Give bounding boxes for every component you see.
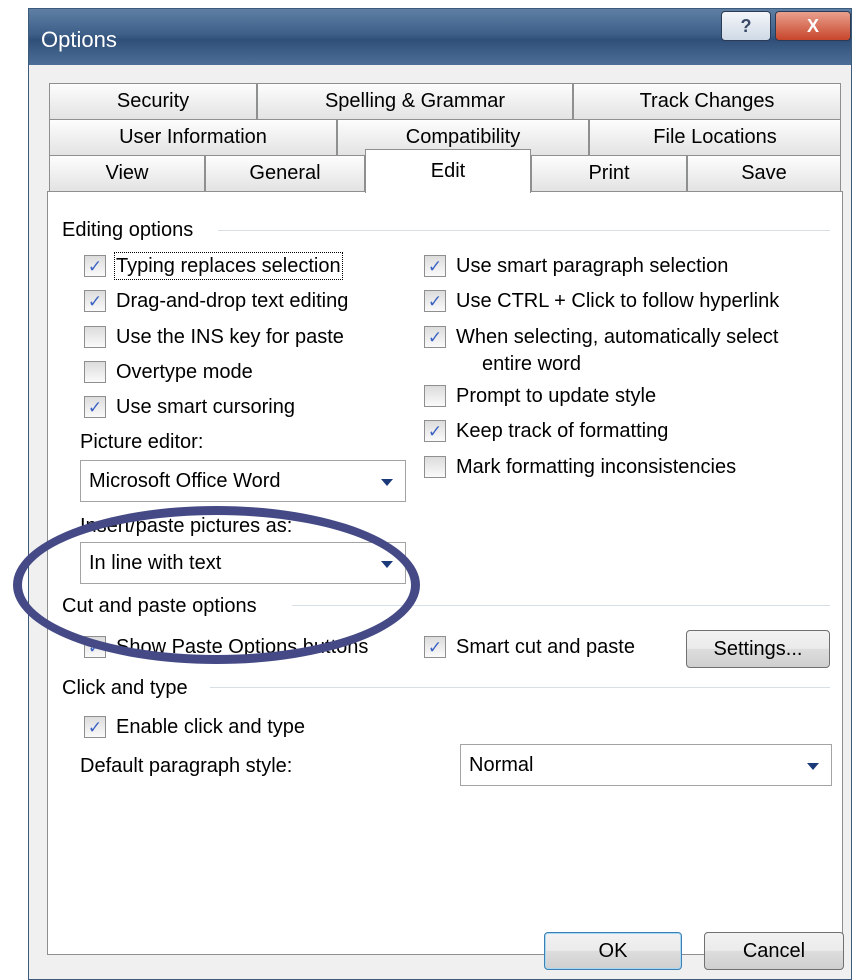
check-icon: ✓ <box>427 421 443 441</box>
keep-track-formatting-checkbox[interactable]: ✓ <box>424 420 446 442</box>
title-bar[interactable]: Options ? X <box>29 9 851 65</box>
chevron-down-icon <box>381 479 393 486</box>
cut-paste-header: Cut and paste options <box>62 595 257 617</box>
click-type-header: Click and type <box>62 677 188 699</box>
cut-paste-separator <box>292 605 830 606</box>
check-icon: ✓ <box>87 291 103 311</box>
close-button[interactable]: X <box>775 11 851 41</box>
ins-key-checkbox[interactable] <box>84 326 106 348</box>
drag-drop-label[interactable]: Drag-and-drop text editing <box>116 289 348 313</box>
cancel-button[interactable]: Cancel <box>704 932 844 970</box>
prompt-update-style-label[interactable]: Prompt to update style <box>456 384 656 408</box>
auto-select-word-label-line1[interactable]: When selecting, automatically select <box>456 325 778 349</box>
tab-save[interactable]: Save <box>687 155 841 191</box>
overtype-label[interactable]: Overtype mode <box>116 360 253 384</box>
tab-user-information[interactable]: User Information <box>49 119 337 155</box>
click-type-separator <box>210 687 830 688</box>
default-paragraph-style-value: Normal <box>469 754 534 776</box>
keep-track-formatting-label[interactable]: Keep track of formatting <box>456 419 668 443</box>
auto-select-word-label-line2[interactable]: entire word <box>482 352 581 376</box>
ctrl-click-label[interactable]: Use CTRL + Click to follow hyperlink <box>456 289 779 313</box>
check-icon: ✓ <box>87 256 103 276</box>
ins-key-label[interactable]: Use the INS key for paste <box>116 325 344 349</box>
smart-cursoring-label[interactable]: Use smart cursoring <box>116 395 295 419</box>
ok-button[interactable]: OK <box>544 932 682 970</box>
check-icon: ✓ <box>427 256 443 276</box>
tab-edit[interactable]: Edit <box>365 149 531 193</box>
show-paste-options-checkbox[interactable]: ✓ <box>84 636 106 658</box>
overtype-checkbox[interactable] <box>84 361 106 383</box>
show-paste-options-label[interactable]: Show Paste Options buttons <box>116 635 368 659</box>
picture-editor-select[interactable]: Microsoft Office Word <box>80 460 406 502</box>
tab-general[interactable]: General <box>205 155 365 191</box>
smart-cursoring-checkbox[interactable]: ✓ <box>84 396 106 418</box>
mark-inconsistencies-label[interactable]: Mark formatting inconsistencies <box>456 455 736 479</box>
smart-paragraph-label[interactable]: Use smart paragraph selection <box>456 254 728 278</box>
default-paragraph-style-label: Default paragraph style: <box>80 755 293 777</box>
settings-button[interactable]: Settings... <box>686 630 830 668</box>
mark-inconsistencies-checkbox[interactable] <box>424 456 446 478</box>
prompt-update-style-checkbox[interactable] <box>424 385 446 407</box>
insert-paste-label: Insert/paste pictures as: <box>80 515 293 537</box>
enable-click-type-checkbox[interactable]: ✓ <box>84 716 106 738</box>
editing-options-header: Editing options <box>62 219 194 241</box>
chevron-down-icon <box>381 561 393 568</box>
typing-replaces-checkbox[interactable]: ✓ <box>84 255 106 277</box>
smart-cut-paste-label[interactable]: Smart cut and paste <box>456 635 635 659</box>
picture-editor-label: Picture editor: <box>80 431 204 453</box>
enable-click-type-label[interactable]: Enable click and type <box>116 715 305 739</box>
tab-view[interactable]: View <box>49 155 205 191</box>
ctrl-click-checkbox[interactable]: ✓ <box>424 290 446 312</box>
help-button[interactable]: ? <box>721 11 771 41</box>
tab-print[interactable]: Print <box>531 155 687 191</box>
default-paragraph-style-select[interactable]: Normal <box>460 744 832 786</box>
window-title: Options <box>41 27 117 52</box>
insert-paste-select[interactable]: In line with text <box>80 542 406 584</box>
check-icon: ✓ <box>427 291 443 311</box>
tab-file-locations[interactable]: File Locations <box>589 119 841 155</box>
chevron-down-icon <box>807 763 819 770</box>
check-icon: ✓ <box>87 717 103 737</box>
typing-replaces-label[interactable]: Typing replaces selection <box>114 252 343 280</box>
insert-paste-value: In line with text <box>89 552 222 574</box>
smart-paragraph-checkbox[interactable]: ✓ <box>424 255 446 277</box>
picture-editor-value: Microsoft Office Word <box>89 470 281 492</box>
check-icon: ✓ <box>87 637 103 657</box>
auto-select-word-checkbox[interactable]: ✓ <box>424 326 446 348</box>
check-icon: ✓ <box>87 397 103 417</box>
tab-spelling-grammar[interactable]: Spelling & Grammar <box>257 83 573 119</box>
editing-options-separator <box>218 230 830 231</box>
drag-drop-checkbox[interactable]: ✓ <box>84 290 106 312</box>
tab-security[interactable]: Security <box>49 83 257 119</box>
tab-track-changes[interactable]: Track Changes <box>573 83 841 119</box>
smart-cut-paste-checkbox[interactable]: ✓ <box>424 636 446 658</box>
check-icon: ✓ <box>427 637 443 657</box>
check-icon: ✓ <box>427 327 443 347</box>
